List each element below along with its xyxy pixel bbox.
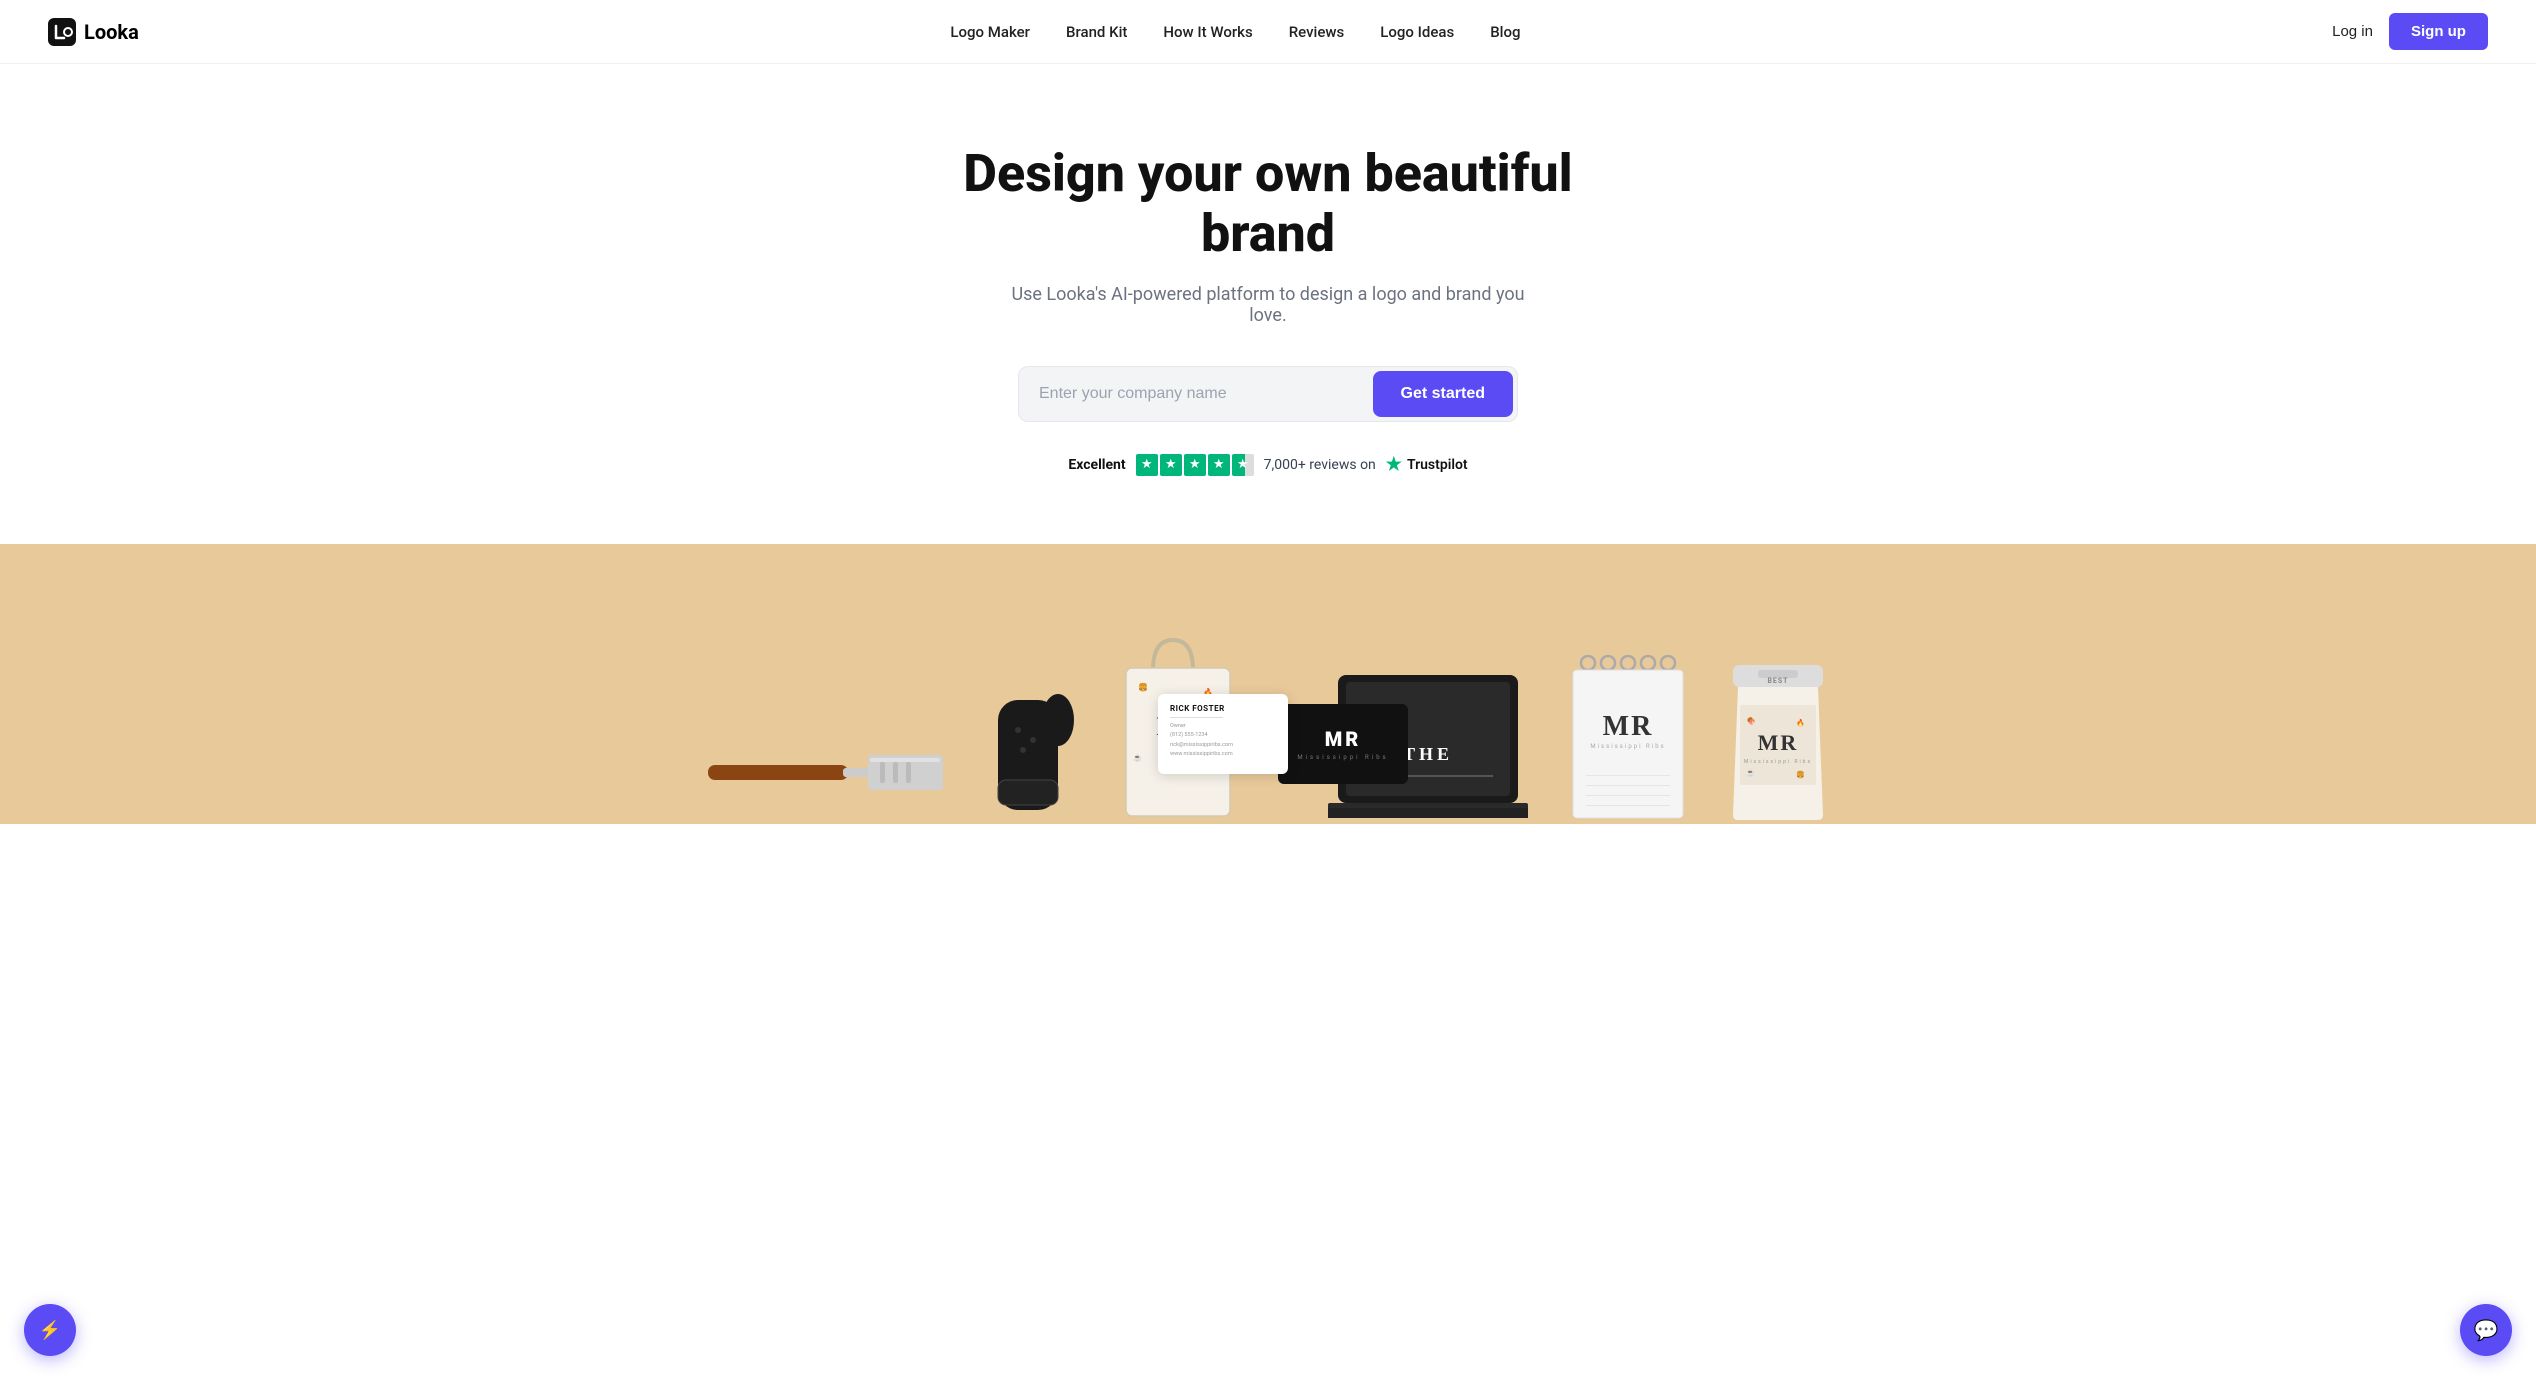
svg-text:☕: ☕ xyxy=(1746,768,1755,777)
nav-logo-ideas[interactable]: Logo Ideas xyxy=(1380,23,1454,41)
get-started-button[interactable]: Get started xyxy=(1373,371,1513,417)
svg-text:Mississippi Ribs: Mississippi Ribs xyxy=(1744,759,1812,765)
coffee-cup-item: MR Mississippi Ribs 🍖 🔥 ☕ 🍔 BEST xyxy=(1728,665,1828,824)
svg-text:🍔: 🍔 xyxy=(1796,770,1805,779)
company-name-input[interactable] xyxy=(1039,375,1373,413)
business-cards-item: MR Mississippi Ribs RICK FOSTER Owner (8… xyxy=(1278,694,1288,804)
trustpilot-brand-name: Trustpilot xyxy=(1407,457,1468,473)
chat-icon: 💬 xyxy=(2474,1318,2499,1342)
spatula-item xyxy=(708,745,948,804)
hero-title: Design your own beautiful brand xyxy=(918,144,1618,264)
star-1: ★ xyxy=(1136,454,1158,476)
svg-text:BEST: BEST xyxy=(1767,677,1788,685)
trustpilot-reviews: 7,000+ reviews on xyxy=(1264,457,1376,473)
chat-widget[interactable]: 💬 xyxy=(2460,1304,2512,1356)
star-4: ★ xyxy=(1208,454,1230,476)
nav-brand-kit[interactable]: Brand Kit xyxy=(1066,23,1127,41)
svg-text:THE: THE xyxy=(1403,744,1453,764)
nav-links: Logo Maker Brand Kit How It Works Review… xyxy=(950,22,1520,41)
mitt-icon xyxy=(988,660,1078,810)
main-nav: Looka Logo Maker Brand Kit How It Works … xyxy=(0,0,2536,64)
trustpilot-label: Excellent xyxy=(1068,457,1125,473)
white-business-card: RICK FOSTER Owner (812) 555-1234 rick@mi… xyxy=(1158,694,1288,774)
svg-text:Mississippi Ribs: Mississippi Ribs xyxy=(1590,743,1665,750)
notepad-item: MR Mississippi Ribs xyxy=(1568,655,1688,824)
svg-text:🍔: 🍔 xyxy=(1138,682,1148,692)
star-2: ★ xyxy=(1160,454,1182,476)
card-details: Owner (812) 555-1234 rick@mississippirib… xyxy=(1170,722,1276,759)
nav-blog[interactable]: Blog xyxy=(1490,23,1520,41)
star-3: ★ xyxy=(1184,454,1206,476)
svg-text:MR: MR xyxy=(1603,711,1654,742)
trustpilot-brand: ★ Trustpilot xyxy=(1386,454,1468,475)
trustpilot-section: Excellent ★ ★ ★ ★ ★ 7,000+ reviews on ★ … xyxy=(1068,454,1467,476)
nav-actions: Log in Sign up xyxy=(2332,13,2488,50)
black-card-monogram: MR xyxy=(1325,727,1362,751)
notepad-icon: MR Mississippi Ribs xyxy=(1568,655,1688,820)
trustpilot-star-icon: ★ xyxy=(1386,454,1402,475)
company-name-form: Get started xyxy=(1018,366,1518,422)
black-card-sub: Mississippi Ribs xyxy=(1297,754,1388,761)
login-button[interactable]: Log in xyxy=(2332,23,2373,40)
trustpilot-stars: ★ ★ ★ ★ ★ xyxy=(1136,454,1254,476)
showcase-items: MR 🍔 🔥 ☕ 🍖 MR Mississippi Ribs RICK FOST… xyxy=(668,630,1868,824)
card-name: RICK FOSTER xyxy=(1170,704,1276,713)
nav-logo-maker[interactable]: Logo Maker xyxy=(950,23,1030,41)
help-icon: ⚡ xyxy=(39,1320,61,1341)
spatula-icon xyxy=(708,745,948,800)
card-divider xyxy=(1170,717,1223,718)
hero-subtitle: Use Looka's AI-powered platform to desig… xyxy=(1008,284,1528,326)
nav-reviews[interactable]: Reviews xyxy=(1289,23,1345,41)
svg-text:MR: MR xyxy=(1758,730,1799,755)
svg-text:🔥: 🔥 xyxy=(1796,718,1805,727)
help-widget[interactable]: ⚡ xyxy=(24,1304,76,1356)
logo-text: Looka xyxy=(84,20,139,44)
coffee-cup-icon: MR Mississippi Ribs 🍖 🔥 ☕ 🍔 BEST xyxy=(1728,665,1828,820)
star-5: ★ xyxy=(1232,454,1254,476)
nav-how-it-works[interactable]: How It Works xyxy=(1163,23,1252,41)
logo-icon xyxy=(48,18,76,46)
mitt-item xyxy=(988,660,1078,814)
logo[interactable]: Looka xyxy=(48,18,139,46)
brand-showcase-section: MR 🍔 🔥 ☕ 🍖 MR Mississippi Ribs RICK FOST… xyxy=(0,544,2536,824)
black-business-card: MR Mississippi Ribs xyxy=(1278,704,1408,784)
svg-text:☕: ☕ xyxy=(1133,753,1142,762)
signup-button[interactable]: Sign up xyxy=(2389,13,2488,50)
svg-text:🍖: 🍖 xyxy=(1746,715,1756,726)
hero-section: Design your own beautiful brand Use Look… xyxy=(0,64,2536,544)
